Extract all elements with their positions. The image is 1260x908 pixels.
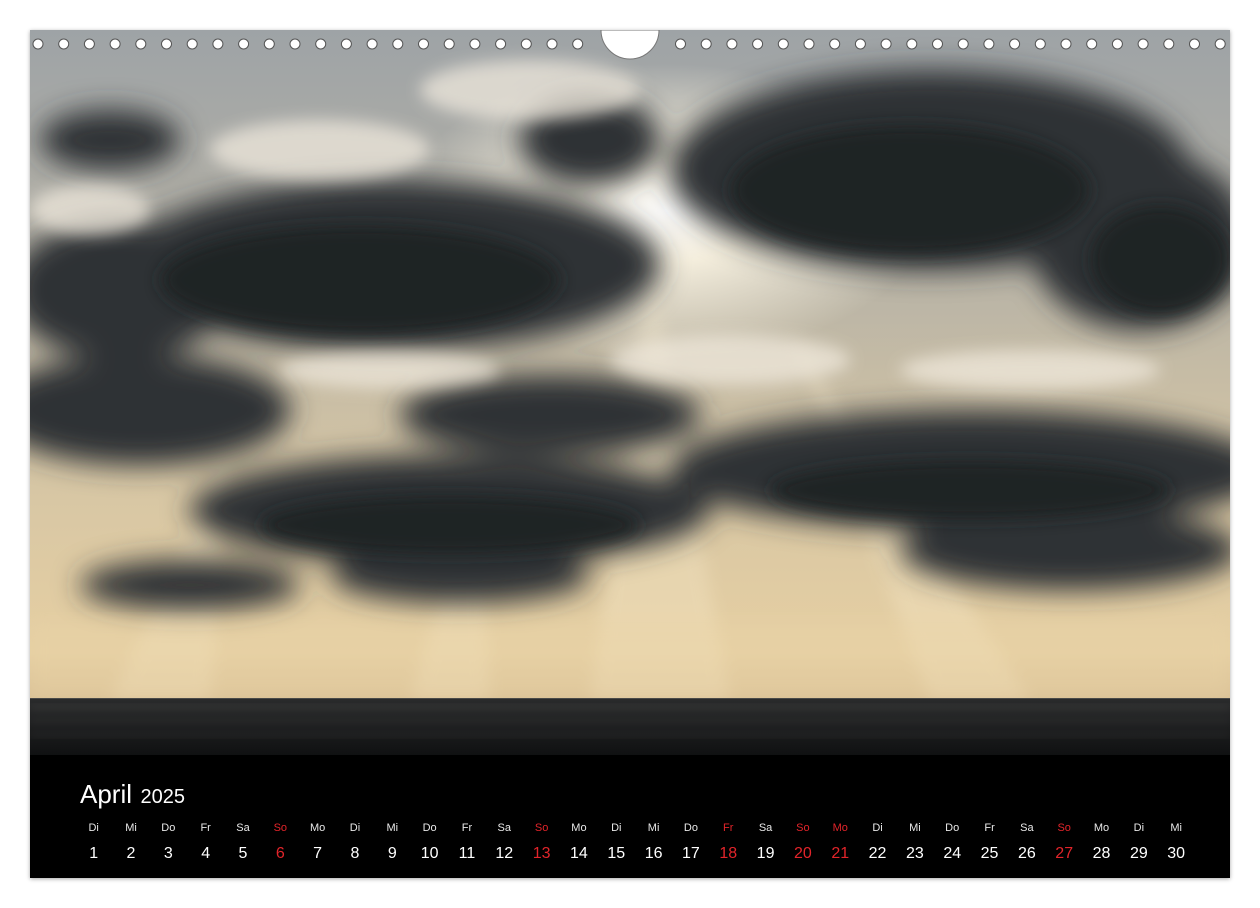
day-number: 24	[943, 845, 962, 862]
day-cell: So 20	[784, 819, 821, 869]
day-number: 19	[756, 845, 775, 862]
day-cell: Fr 11	[448, 819, 485, 869]
weekday-label: Di	[1133, 822, 1145, 834]
day-number: 13	[532, 845, 551, 862]
day-cell: Mo 14	[560, 819, 597, 869]
day-cell: Do 17	[672, 819, 709, 869]
day-number: 12	[495, 845, 514, 862]
day-cell: Mi 9	[374, 819, 411, 869]
day-number: 6	[275, 845, 285, 862]
weekday-label: Do	[422, 822, 437, 834]
weekday-label: Di	[88, 822, 99, 834]
weekday-label: Do	[945, 822, 960, 834]
day-cell: Di 22	[859, 819, 896, 869]
weekday-label: So	[534, 822, 549, 834]
day-number: 2	[126, 845, 136, 862]
day-number: 29	[1129, 845, 1148, 862]
day-number: 14	[570, 845, 588, 862]
weekday-label: Fr	[200, 822, 211, 834]
weekday-label: Di	[349, 822, 361, 834]
day-number: 5	[238, 845, 248, 862]
day-strip: Di 1 Mi 2 Do 3 Fr 4 Sa 5 So 6 Mo 7 Di 8 Mi 9 Do 10 Fr 11 Sa 12 S…	[75, 819, 1195, 869]
day-cell: Di 15	[598, 819, 635, 869]
weekday-label: Sa	[497, 822, 511, 834]
day-cell: Di 29	[1120, 819, 1157, 869]
weekday-label: Mi	[125, 822, 137, 834]
day-number: 3	[163, 845, 173, 862]
day-cell: Mi 30	[1158, 819, 1195, 869]
day-number: 8	[350, 845, 360, 862]
calendar-page: April 2025 Di 1 Mi 2 Do 3 Fr 4 Sa 5 So 6 Mo 7 Di 8 Mi 9 Do…	[30, 30, 1230, 878]
photo-cloudy-sunset-over-sea	[30, 30, 1230, 755]
weekday-label: Sa	[758, 822, 773, 834]
day-cell: Di 8	[336, 819, 373, 869]
weekday-label: Mi	[647, 822, 660, 834]
day-number: 11	[458, 845, 476, 862]
day-cell: Mi 23	[896, 819, 933, 869]
day-number: 27	[1055, 845, 1074, 862]
day-cell: Sa 26	[1008, 819, 1045, 869]
weekday-label: Mi	[1170, 822, 1182, 834]
day-number: 23	[905, 845, 924, 862]
day-cell: So 13	[523, 819, 560, 869]
weekday-label: Di	[611, 822, 622, 834]
day-number: 15	[607, 845, 626, 862]
weekday-label: Fr	[723, 822, 734, 834]
day-cell: Do 10	[411, 819, 448, 869]
year: 2025	[140, 786, 185, 808]
weekday-label: So	[273, 822, 288, 834]
weekday-label: Di	[872, 822, 883, 834]
day-cell: Sa 19	[747, 819, 784, 869]
weekday-label: Mi	[386, 822, 399, 834]
weekday-label: Do	[683, 822, 698, 834]
weekday-label: Sa	[236, 822, 250, 834]
weekday-label: Mo	[832, 822, 848, 834]
day-cell: Sa 12	[486, 819, 523, 869]
day-number: 17	[682, 845, 700, 862]
day-number: 20	[794, 845, 812, 862]
weekday-label: Mo	[1093, 822, 1110, 834]
weekday-label: So	[1057, 822, 1071, 834]
day-cell: Do 3	[150, 819, 187, 869]
photo-illustration	[30, 30, 1230, 755]
day-number: 10	[420, 845, 439, 862]
day-number: 28	[1092, 845, 1111, 862]
day-cell: Mo 7	[299, 819, 336, 869]
day-cell: So 27	[1046, 819, 1083, 869]
weekday-label: Do	[161, 822, 176, 834]
weekday-label: Sa	[1020, 822, 1034, 834]
day-cell: Mi 16	[635, 819, 672, 869]
month-name: April	[80, 779, 133, 809]
day-number: 9	[387, 845, 397, 862]
day-cell: Do 24	[934, 819, 971, 869]
weekday-label: Fr	[461, 822, 473, 834]
day-cell: Fr 4	[187, 819, 224, 869]
day-number: 25	[980, 845, 999, 862]
weekday-label: So	[796, 822, 810, 834]
day-number: 22	[868, 845, 887, 862]
weekday-label: Mo	[571, 822, 587, 834]
day-cell: Mi 2	[112, 819, 149, 869]
day-number: 21	[831, 845, 850, 862]
weekday-label: Fr	[984, 822, 995, 834]
day-number: 4	[201, 845, 211, 862]
weekday-label: Mo	[309, 822, 326, 834]
day-number: 30	[1167, 845, 1186, 862]
day-number: 7	[313, 845, 323, 862]
day-cell: Di 1	[75, 819, 112, 869]
day-number: 1	[89, 845, 99, 862]
day-number: 16	[644, 845, 663, 862]
weekday-label: Mi	[909, 822, 921, 834]
day-cell: Fr 18	[710, 819, 747, 869]
month-title: April 2025	[80, 779, 185, 810]
day-cell: So 6	[262, 819, 299, 869]
day-cell: Mo 21	[822, 819, 859, 869]
day-number: 26	[1017, 845, 1036, 862]
day-number: 18	[719, 845, 738, 862]
day-cell: Fr 25	[971, 819, 1008, 869]
calendar-footer: April 2025 Di 1 Mi 2 Do 3 Fr 4 Sa 5 So 6 Mo 7 Di 8 Mi 9 Do…	[30, 755, 1230, 878]
day-cell: Sa 5	[224, 819, 261, 869]
day-cell: Mo 28	[1083, 819, 1120, 869]
